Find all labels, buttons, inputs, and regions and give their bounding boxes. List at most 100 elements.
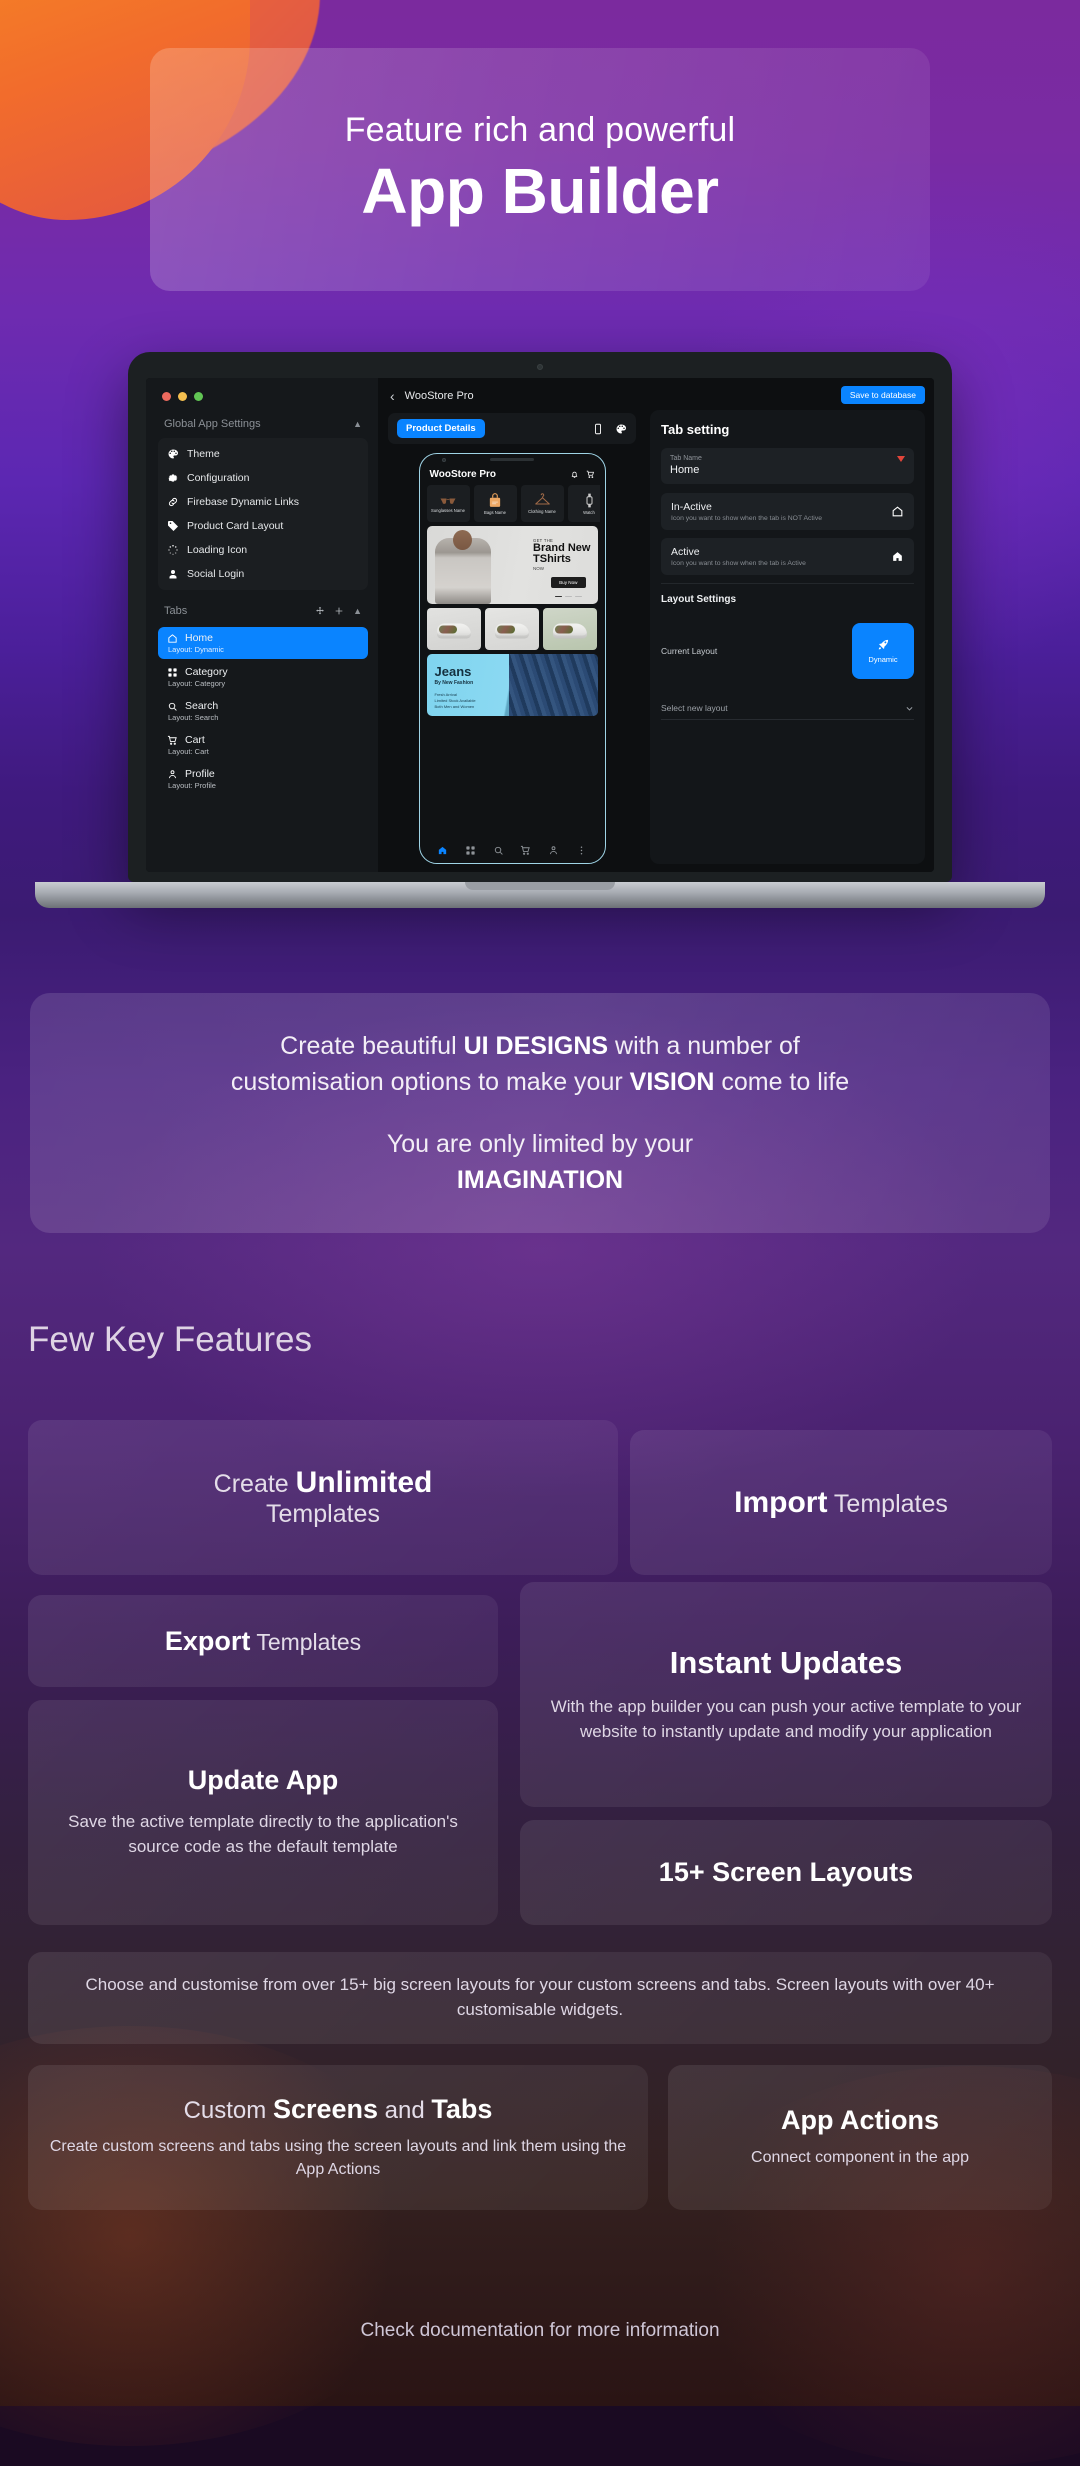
save-row: Save to database: [650, 386, 925, 410]
current-layout-button[interactable]: Dynamic: [852, 623, 914, 679]
tab-item-cart-layout: Layout: Cart: [168, 747, 209, 756]
watch-icon: [586, 493, 592, 507]
global-app-settings-header[interactable]: Global App Settings ▲: [158, 415, 368, 438]
jeans-subtitle: By New Fashion: [434, 680, 474, 686]
chevron-up-icon[interactable]: ▲: [353, 419, 362, 429]
tab-item-category[interactable]: Category Layout: Category: [158, 661, 368, 693]
sidebar-item-configuration[interactable]: Configuration: [158, 466, 368, 490]
laptop-lid: Global App Settings ▲ Theme Configuratio…: [128, 352, 952, 882]
tab-item-search[interactable]: Search Layout: Search: [158, 695, 368, 727]
sidebar-item-product-card-layout[interactable]: Product Card Layout: [158, 514, 368, 538]
current-layout-row: Current Layout Dynamic: [661, 623, 914, 679]
tab-item-search-layout: Layout: Search: [168, 713, 219, 722]
card-unlimited-templates: Create Unlimited Templates: [28, 1420, 618, 1575]
chevron-left-icon[interactable]: ‹: [390, 388, 395, 404]
card-app-actions: App Actions Connect component in the app: [668, 2065, 1052, 2210]
cart-icon-nav[interactable]: [520, 845, 531, 856]
phone-category-item-3[interactable]: Clothing Name: [520, 485, 564, 522]
desc-imagination: IMAGINATION: [456, 1165, 624, 1194]
tab-name-field[interactable]: Tab Name Home: [661, 448, 914, 484]
phone-jeans-banner[interactable]: Jeans By New Fashion Fresh Arrival Limit…: [426, 654, 598, 716]
hero-banner: Feature rich and powerful App Builder: [150, 48, 930, 291]
sidebar-item-firebase-dynamic-links[interactable]: Firebase Dynamic Links: [158, 490, 368, 514]
select-new-layout-dropdown[interactable]: Select new layout: [661, 703, 914, 720]
product-details-pill[interactable]: Product Details: [397, 419, 485, 438]
person-icon-nav[interactable]: [548, 845, 559, 856]
card-unlimited-post: Templates: [266, 1500, 380, 1528]
laptop-camera-icon: [537, 364, 543, 370]
grid-icon-nav[interactable]: [465, 845, 476, 856]
tab-item-home-label: Home: [185, 632, 214, 644]
phone-category-strip: Sunglasses Name Bags Name Clothing Name: [425, 485, 600, 526]
tab-item-category-label: Category: [185, 666, 228, 678]
phone-category-label-3: Clothing Name: [528, 509, 556, 514]
banner-title-2: TShirts: [533, 553, 571, 565]
tab-item-profile-label: Profile: [185, 768, 215, 780]
close-icon[interactable]: [162, 392, 171, 401]
footnote: Check documentation for more information: [360, 2320, 720, 2341]
desc-l2-c: come to life: [714, 1068, 850, 1097]
product-tile-2[interactable]: [484, 608, 540, 650]
home-filled-icon[interactable]: [891, 550, 904, 563]
banner-sub: NOW: [533, 566, 545, 571]
product-tile-3[interactable]: [543, 608, 598, 650]
tab-name-label: Tab Name: [670, 455, 702, 462]
card-unlimited-strong: Unlimited: [295, 1466, 433, 1499]
tab-item-cart[interactable]: Cart Layout: Cart: [158, 729, 368, 761]
window-controls[interactable]: [158, 388, 368, 415]
chevron-up-icon-tabs[interactable]: ▲: [353, 606, 362, 616]
jeans-bullets: Fresh Arrival Limited Stock Available Bo…: [435, 692, 476, 711]
tab-item-profile[interactable]: Profile Layout: Profile: [158, 763, 368, 795]
phone-category-item[interactable]: Sunglasses Name: [426, 485, 470, 522]
tab-item-profile-layout: Layout: Profile: [168, 781, 216, 790]
minimize-icon[interactable]: [178, 392, 187, 401]
palette-icon: [168, 449, 178, 459]
tab-item-home[interactable]: Home Layout: Dynamic: [158, 627, 368, 659]
current-layout-value: Dynamic: [868, 655, 898, 664]
tag-icon: [168, 521, 178, 531]
grid-icon: [168, 667, 177, 677]
bag-icon: [489, 493, 501, 507]
denim-texture: [508, 654, 598, 716]
product-tile[interactable]: [426, 608, 481, 650]
search-icon-nav[interactable]: [493, 845, 504, 856]
palette-icon-preview[interactable]: [615, 423, 627, 435]
card-export-strong: Export: [164, 1625, 251, 1656]
more-icon-nav[interactable]: [576, 845, 587, 856]
desc-l1-a: Create beautiful: [280, 1032, 464, 1060]
builder-sidebar: Global App Settings ▲ Theme Configuratio…: [146, 378, 378, 872]
phone-category-item-4[interactable]: Watch: [567, 485, 600, 522]
hero-subtitle: Feature rich and powerful: [344, 111, 736, 149]
carousel-indicator[interactable]: [554, 595, 582, 597]
chevron-down-icon: [906, 706, 913, 711]
sidebar-item-social-login[interactable]: Social Login: [158, 562, 368, 586]
phone-hero-banner[interactable]: GET THE Brand New TShirts NOW Buy Now: [426, 526, 598, 604]
active-icon-row[interactable]: Active Icon you want to show when the ta…: [661, 538, 914, 575]
description-card: Create beautiful UI DESIGNS with a numbe…: [30, 993, 1050, 1233]
sidebar-item-theme[interactable]: Theme: [158, 442, 368, 466]
inactive-icon-row[interactable]: In-Active Icon you want to show when the…: [661, 493, 914, 530]
phone-icon[interactable]: [592, 423, 604, 435]
desc-l1-c: with a number of: [608, 1032, 800, 1060]
card-unlimited-line-1: Create Unlimited: [214, 1466, 433, 1500]
description-line-1: Create beautiful UI DESIGNS with a numbe…: [280, 1028, 800, 1064]
phone-speaker: [490, 458, 534, 461]
tabs-section: Tabs ▲ Home Layout: Dynamic Category Lay…: [158, 602, 368, 797]
description-line-4: IMAGINATION: [457, 1162, 623, 1198]
cart-icon-phone[interactable]: [586, 470, 595, 479]
phone-category-item-2[interactable]: Bags Name: [473, 485, 517, 522]
move-icon[interactable]: [315, 606, 325, 616]
home-outline-icon[interactable]: [891, 505, 904, 518]
desc-vision: VISION: [629, 1068, 715, 1097]
spinner-icon: [168, 544, 178, 555]
card-custom-strong: Screens: [272, 2093, 379, 2124]
tab-setting-heading: Tab setting: [661, 422, 730, 437]
home-icon-nav[interactable]: [437, 845, 448, 856]
notification-icon[interactable]: [570, 470, 579, 479]
buy-now-button[interactable]: Buy Now: [551, 577, 586, 588]
maximize-icon[interactable]: [194, 392, 203, 401]
save-to-database-button[interactable]: Save to database: [840, 386, 925, 404]
plus-icon[interactable]: [334, 606, 344, 616]
sidebar-item-loading-icon[interactable]: Loading Icon: [158, 538, 368, 562]
card-screen-layouts-description: Choose and customise from over 15+ big s…: [28, 1952, 1052, 2044]
